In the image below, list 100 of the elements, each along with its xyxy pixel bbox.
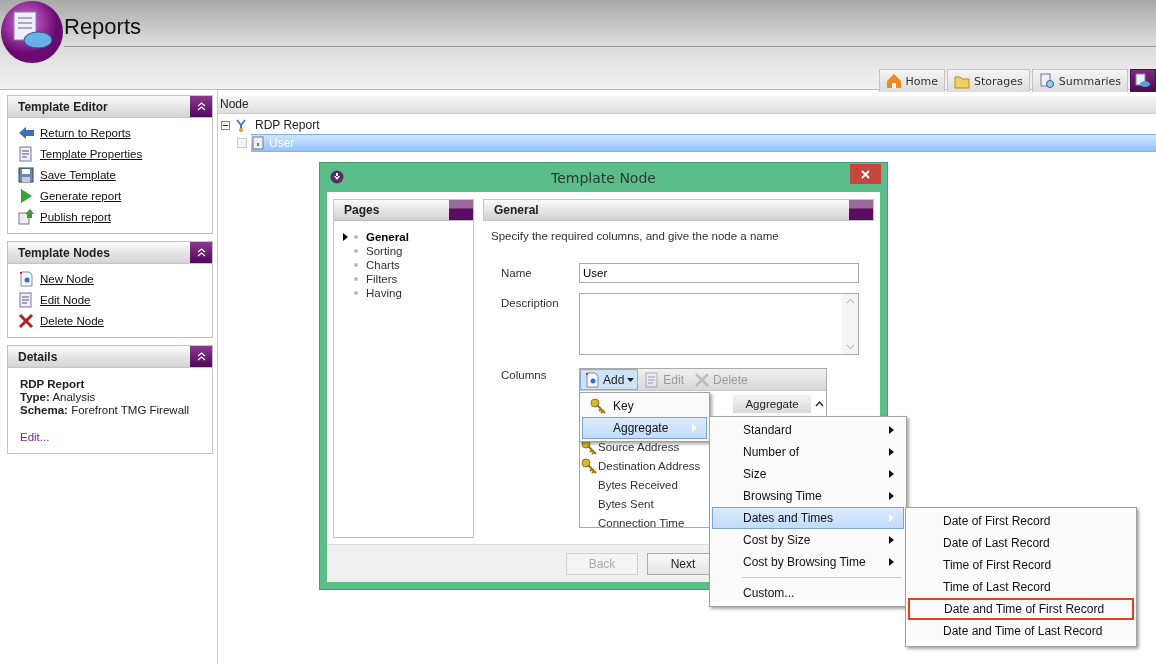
collapse-button[interactable] (190, 346, 212, 367)
field-label: Description (501, 296, 560, 311)
download-icon (330, 170, 344, 184)
close-icon (861, 169, 870, 179)
field-label: Columns (501, 368, 548, 383)
panel-title: Template Editor (17, 99, 108, 114)
sidebar-link[interactable]: New Node (40, 273, 94, 285)
home-icon (885, 73, 902, 89)
new-document-icon (18, 271, 34, 287)
page-item[interactable]: Having (366, 286, 402, 299)
scroll-down-icon (845, 344, 855, 350)
minus-icon (223, 122, 228, 128)
sidebar-link[interactable]: Publish report (40, 211, 111, 223)
column-header: Node (218, 96, 1156, 114)
menu-item[interactable]: Dates and Times (712, 507, 904, 529)
tree-item[interactable]: RDP Report (252, 117, 323, 133)
submenu-arrow-icon (889, 536, 894, 544)
collapse-button[interactable] (190, 96, 212, 117)
expander-icon[interactable] (221, 120, 230, 130)
bullet-icon (354, 234, 358, 239)
menu-item[interactable]: Date and Time of First Record (908, 598, 1134, 620)
checkbox[interactable] (237, 138, 247, 148)
submenu-arrow-icon (889, 426, 894, 434)
menu-item[interactable]: Time of First Record (908, 554, 1134, 576)
menu-item[interactable]: Aggregate (582, 417, 707, 439)
page-item[interactable]: Sorting (366, 244, 403, 257)
report-icon (1135, 73, 1151, 89)
details-heading: RDP Report (20, 378, 86, 390)
sidebar-link[interactable]: Generate report (40, 190, 122, 202)
branch-icon (234, 118, 248, 132)
menu-item[interactable]: Browsing Time (712, 485, 904, 507)
key-icon (590, 398, 606, 414)
scroll-up-icon (845, 298, 855, 304)
pointer-icon (343, 232, 348, 241)
menu-item[interactable]: Date of First Record (908, 510, 1134, 532)
menu-item[interactable]: Time of Last Record (908, 576, 1134, 598)
instruction-text: Specify the required columns, and give the node a name (490, 229, 780, 244)
column-item[interactable]: Bytes Received (598, 478, 678, 491)
document-icon (644, 371, 661, 388)
panel-title: Details (17, 349, 58, 364)
tab[interactable] (1130, 69, 1156, 92)
panel-title: Template Nodes (17, 245, 110, 260)
document-search-icon (1038, 73, 1055, 89)
menu-item[interactable]: Number of (712, 441, 904, 463)
details-field: Schema: Forefront TMG Firewall (20, 404, 200, 416)
panel-title: General (493, 203, 539, 217)
column-item[interactable]: Connection Time (598, 516, 685, 529)
menu-item[interactable]: Standard (712, 419, 904, 441)
tab[interactable]: Summaries (1031, 69, 1128, 92)
toolbar-button[interactable]: Add (580, 369, 639, 390)
menu-item[interactable]: Key (582, 395, 707, 417)
page-item[interactable]: Filters (366, 272, 398, 285)
delete-icon (694, 371, 711, 388)
header-corner (849, 200, 873, 220)
collapse-button[interactable] (190, 242, 212, 263)
sidebar-link[interactable]: Save Template (40, 169, 116, 181)
scrollbar[interactable] (842, 294, 858, 354)
menu-item[interactable]: Size (712, 463, 904, 485)
submenu-arrow-icon (889, 470, 894, 478)
bullet-icon (354, 248, 358, 253)
bullet-icon (354, 276, 358, 281)
floppy-icon (18, 167, 34, 183)
sidebar-link[interactable]: Template Properties (40, 148, 143, 160)
column-item[interactable]: Bytes Sent (598, 497, 654, 510)
edit-link[interactable]: Edit... (20, 431, 200, 443)
tab[interactable]: Storages (947, 69, 1030, 92)
header-corner (449, 200, 473, 220)
description-field[interactable] (579, 293, 859, 355)
menu-item[interactable]: Date and Time of Last Record (908, 620, 1134, 642)
submenu-arrow-icon (889, 558, 894, 566)
menu-item[interactable]: Date of Last Record (908, 532, 1134, 554)
scroll-up-icon (815, 400, 824, 407)
submenu-arrow-icon (889, 514, 894, 522)
column-item[interactable]: Destination Address (598, 459, 701, 472)
bullet-icon (354, 290, 358, 295)
delete-icon (18, 313, 34, 329)
sidebar-link[interactable]: Return to Reports (40, 127, 131, 139)
panel-title: Pages (343, 203, 380, 217)
sidebar-link[interactable]: Delete Node (40, 315, 104, 327)
name-field[interactable]: User (579, 263, 859, 283)
column-item[interactable]: Source Address (598, 440, 680, 453)
upload-icon (18, 209, 34, 225)
logo-icon (0, 0, 64, 64)
page-item[interactable]: Charts (366, 258, 400, 271)
submenu-arrow-icon (889, 448, 894, 456)
tab[interactable]: Home (878, 69, 945, 92)
page-item[interactable]: General (366, 230, 409, 243)
document-icon (18, 146, 34, 162)
submenu-arrow-icon (889, 492, 894, 500)
folder-icon (954, 73, 970, 89)
report-icon (251, 136, 265, 150)
app-title: Reports (64, 14, 1156, 47)
sidebar-link[interactable]: Edit Node (40, 294, 91, 306)
close-button[interactable] (850, 164, 881, 184)
key-icon (581, 457, 597, 474)
bullet-icon (354, 262, 358, 267)
menu-item[interactable]: Custom... (712, 582, 904, 604)
arrow-icon (18, 125, 34, 141)
menu-item[interactable]: Cost by Size (712, 529, 904, 551)
details-field: Type: Analysis (20, 391, 200, 403)
